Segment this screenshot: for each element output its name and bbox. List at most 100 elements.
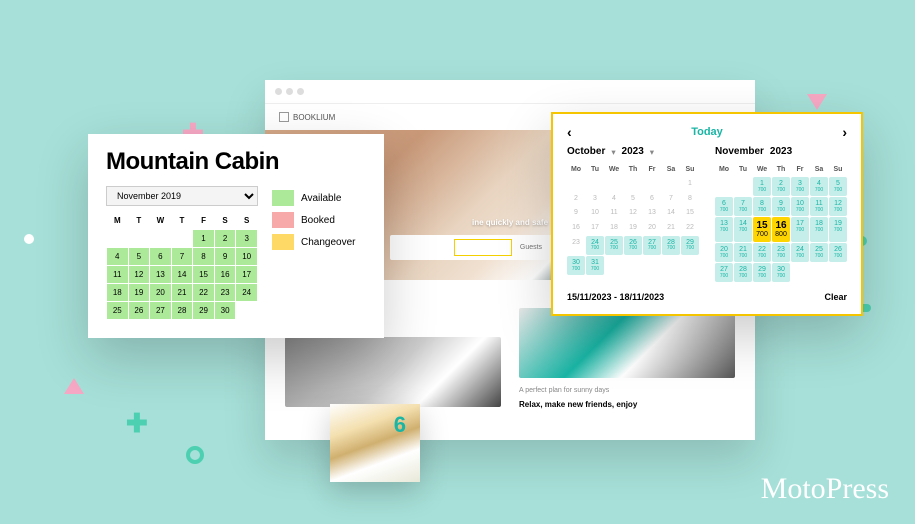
picker-day[interactable]: 1700 (753, 177, 771, 196)
picker-day[interactable]: 3700 (791, 177, 809, 196)
picker-day[interactable]: 23 (567, 236, 585, 255)
picker-day[interactable]: 6 (643, 192, 661, 206)
picker-day[interactable]: 18700 (810, 217, 828, 242)
cal-day[interactable]: 23 (214, 284, 236, 302)
picker-day[interactable]: 8 (681, 192, 699, 206)
picker-day[interactable]: 13 (643, 206, 661, 220)
picker-day[interactable]: 1 (681, 177, 699, 191)
picker-day[interactable]: 18 (605, 221, 623, 235)
clear-button[interactable]: Clear (824, 292, 847, 302)
cal-day[interactable]: 19 (128, 284, 150, 302)
cal-day[interactable]: 2 (214, 230, 236, 248)
picker-day[interactable]: 24700 (791, 243, 809, 262)
cal-day[interactable]: 15 (193, 266, 215, 284)
picker-day[interactable]: 10 (586, 206, 604, 220)
picker-day[interactable]: 14700 (734, 217, 752, 242)
cal-day[interactable]: 5 (128, 248, 150, 266)
cal-day[interactable]: 9 (214, 248, 236, 266)
picker-day[interactable]: 2 (567, 192, 585, 206)
cal-day[interactable]: 30 (214, 302, 236, 320)
picker-day[interactable]: 16 (567, 221, 585, 235)
picker-day[interactable]: 30700 (567, 256, 585, 275)
picker-day[interactable]: 10700 (791, 197, 809, 216)
cal-day[interactable]: 21 (171, 284, 193, 302)
today-link[interactable]: Today (691, 126, 723, 138)
cal-day[interactable]: 7 (171, 248, 193, 266)
picker-day[interactable]: 5 (624, 192, 642, 206)
picker-day[interactable]: 15 (681, 206, 699, 220)
picker-day[interactable]: 27700 (643, 236, 661, 255)
cal-day[interactable]: 24 (236, 284, 258, 302)
cal-day[interactable]: 4 (107, 248, 129, 266)
picker-day[interactable]: 7 (662, 192, 680, 206)
picker-day[interactable]: 9 (567, 206, 585, 220)
cal-day[interactable]: 18 (107, 284, 129, 302)
picker-day[interactable]: 12700 (829, 197, 847, 216)
checkin-input[interactable] (394, 239, 450, 256)
cal-day[interactable]: 13 (150, 266, 172, 284)
picker-day[interactable]: 25700 (810, 243, 828, 262)
picker-day[interactable]: 22 (681, 221, 699, 235)
picker-day[interactable]: 17 (586, 221, 604, 235)
picker-day[interactable]: 9700 (772, 197, 790, 216)
cal-day[interactable]: 1 (193, 230, 215, 248)
cal-day[interactable]: 25 (107, 302, 129, 320)
cal-day[interactable]: 17 (236, 266, 258, 284)
picker-day[interactable]: 3 (586, 192, 604, 206)
picker-day[interactable]: 5700 (829, 177, 847, 196)
cal-day[interactable]: 8 (193, 248, 215, 266)
picker-day[interactable]: 20 (643, 221, 661, 235)
picker-day[interactable]: 25700 (605, 236, 623, 255)
cal-day[interactable]: 27 (150, 302, 172, 320)
picker-day[interactable]: 19 (624, 221, 642, 235)
cal-day[interactable]: 16 (214, 266, 236, 284)
picker-day[interactable]: 11 (605, 206, 623, 220)
picker-day[interactable]: 26700 (829, 243, 847, 262)
cal-day[interactable]: 20 (150, 284, 172, 302)
picker-day[interactable]: 13700 (715, 217, 733, 242)
picker-day[interactable]: 19700 (829, 217, 847, 242)
month-select[interactable]: November 2019 (106, 186, 258, 206)
prev-month-button[interactable]: ‹ (567, 124, 572, 140)
picker-day[interactable]: 4 (605, 192, 623, 206)
cal-day[interactable]: 28 (171, 302, 193, 320)
cal-day[interactable]: 29 (193, 302, 215, 320)
cal-day[interactable]: 11 (107, 266, 129, 284)
picker-day[interactable]: 21 (662, 221, 680, 235)
picker-day[interactable]: 29700 (681, 236, 699, 255)
date-picker-panel: ‹ Today › October ▾ 2023 ▾ MoTuWeThFrSaS… (551, 112, 863, 316)
picker-day[interactable]: 12 (624, 206, 642, 220)
picker-day[interactable]: 11700 (810, 197, 828, 216)
picker-day[interactable]: 29700 (753, 263, 771, 282)
cal-day[interactable]: 3 (236, 230, 258, 248)
picker-day[interactable]: 2700 (772, 177, 790, 196)
picker-day[interactable]: 8700 (753, 197, 771, 216)
picker-day[interactable]: 16800 (772, 217, 790, 242)
picker-day[interactable]: 28700 (662, 236, 680, 255)
picker-day[interactable]: 24700 (586, 236, 604, 255)
cal-day[interactable]: 10 (236, 248, 258, 266)
picker-day[interactable]: 6700 (715, 197, 733, 216)
picker-day[interactable]: 26700 (624, 236, 642, 255)
picker-day[interactable]: 7700 (734, 197, 752, 216)
picker-day[interactable]: 4700 (810, 177, 828, 196)
picker-day[interactable]: 14 (662, 206, 680, 220)
next-month-button[interactable]: › (842, 124, 847, 140)
picker-day[interactable]: 22700 (753, 243, 771, 262)
picker-day[interactable]: 28700 (734, 263, 752, 282)
checkout-input[interactable] (454, 239, 512, 256)
cal-day[interactable]: 12 (128, 266, 150, 284)
picker-day[interactable]: 21700 (734, 243, 752, 262)
picker-day[interactable]: 17700 (791, 217, 809, 242)
cal-day[interactable]: 22 (193, 284, 215, 302)
picker-day[interactable]: 20700 (715, 243, 733, 262)
cal-day[interactable]: 6 (150, 248, 172, 266)
picker-day[interactable]: 23700 (772, 243, 790, 262)
cal-day[interactable]: 14 (171, 266, 193, 284)
picker-day[interactable]: 15700 (753, 217, 771, 242)
picker-day[interactable]: 31700 (586, 256, 604, 275)
brand-logo: MotoPress (761, 472, 889, 506)
cal-day[interactable]: 26 (128, 302, 150, 320)
picker-day[interactable]: 27700 (715, 263, 733, 282)
picker-day[interactable]: 30700 (772, 263, 790, 282)
